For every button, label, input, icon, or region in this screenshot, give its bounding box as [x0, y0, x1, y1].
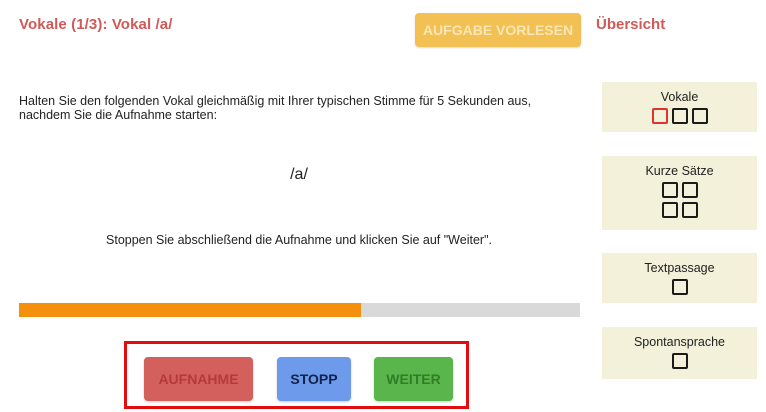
task-indicators — [671, 279, 688, 295]
stop-button[interactable]: STOPP — [277, 357, 351, 401]
progress-bar — [19, 303, 580, 317]
task-instruction: Halten Sie den folgenden Vokal gleichmäß… — [19, 94, 532, 122]
page-title: Vokale (1/3): Vokal /a/ — [19, 16, 173, 33]
overview-title: Übersicht — [596, 16, 666, 33]
task-indicator-icon — [671, 108, 688, 124]
task-indicator-icon — [661, 182, 678, 198]
overview-card-vowels[interactable]: Vokale — [602, 82, 757, 132]
progress-bar-fill — [19, 303, 362, 317]
task-indicators — [661, 182, 698, 218]
task-indicator-icon — [681, 182, 698, 198]
task-indicators — [671, 353, 688, 369]
overview-card-short-sentences[interactable]: Kurze Sätze — [602, 156, 757, 230]
overview-card-label: Kurze Sätze — [645, 164, 714, 178]
task-indicator-icon — [671, 353, 688, 369]
read-aloud-button[interactable]: AUFGABE VORLESEN — [415, 13, 581, 47]
overview-card-label: Textpassage — [644, 261, 715, 275]
task-indicator-icon-current — [651, 108, 668, 124]
stop-instruction: Stoppen Sie abschließend die Aufnahme un… — [106, 233, 492, 247]
vowel-prompt: /a/ — [290, 166, 308, 183]
record-button[interactable]: AUFNAHME — [144, 357, 253, 401]
task-indicator-icon — [671, 279, 688, 295]
task-indicator-icon — [661, 202, 678, 218]
overview-card-label: Spontansprache — [633, 335, 726, 349]
overview-card-text-passage[interactable]: Textpassage — [602, 253, 757, 303]
next-button[interactable]: WEITER — [374, 357, 453, 401]
task-indicator-icon — [691, 108, 708, 124]
overview-card-label: Vokale — [660, 90, 699, 104]
task-indicators — [651, 108, 708, 124]
overview-card-spontaneous-speech[interactable]: Spontansprache — [602, 327, 757, 379]
task-indicator-icon — [681, 202, 698, 218]
